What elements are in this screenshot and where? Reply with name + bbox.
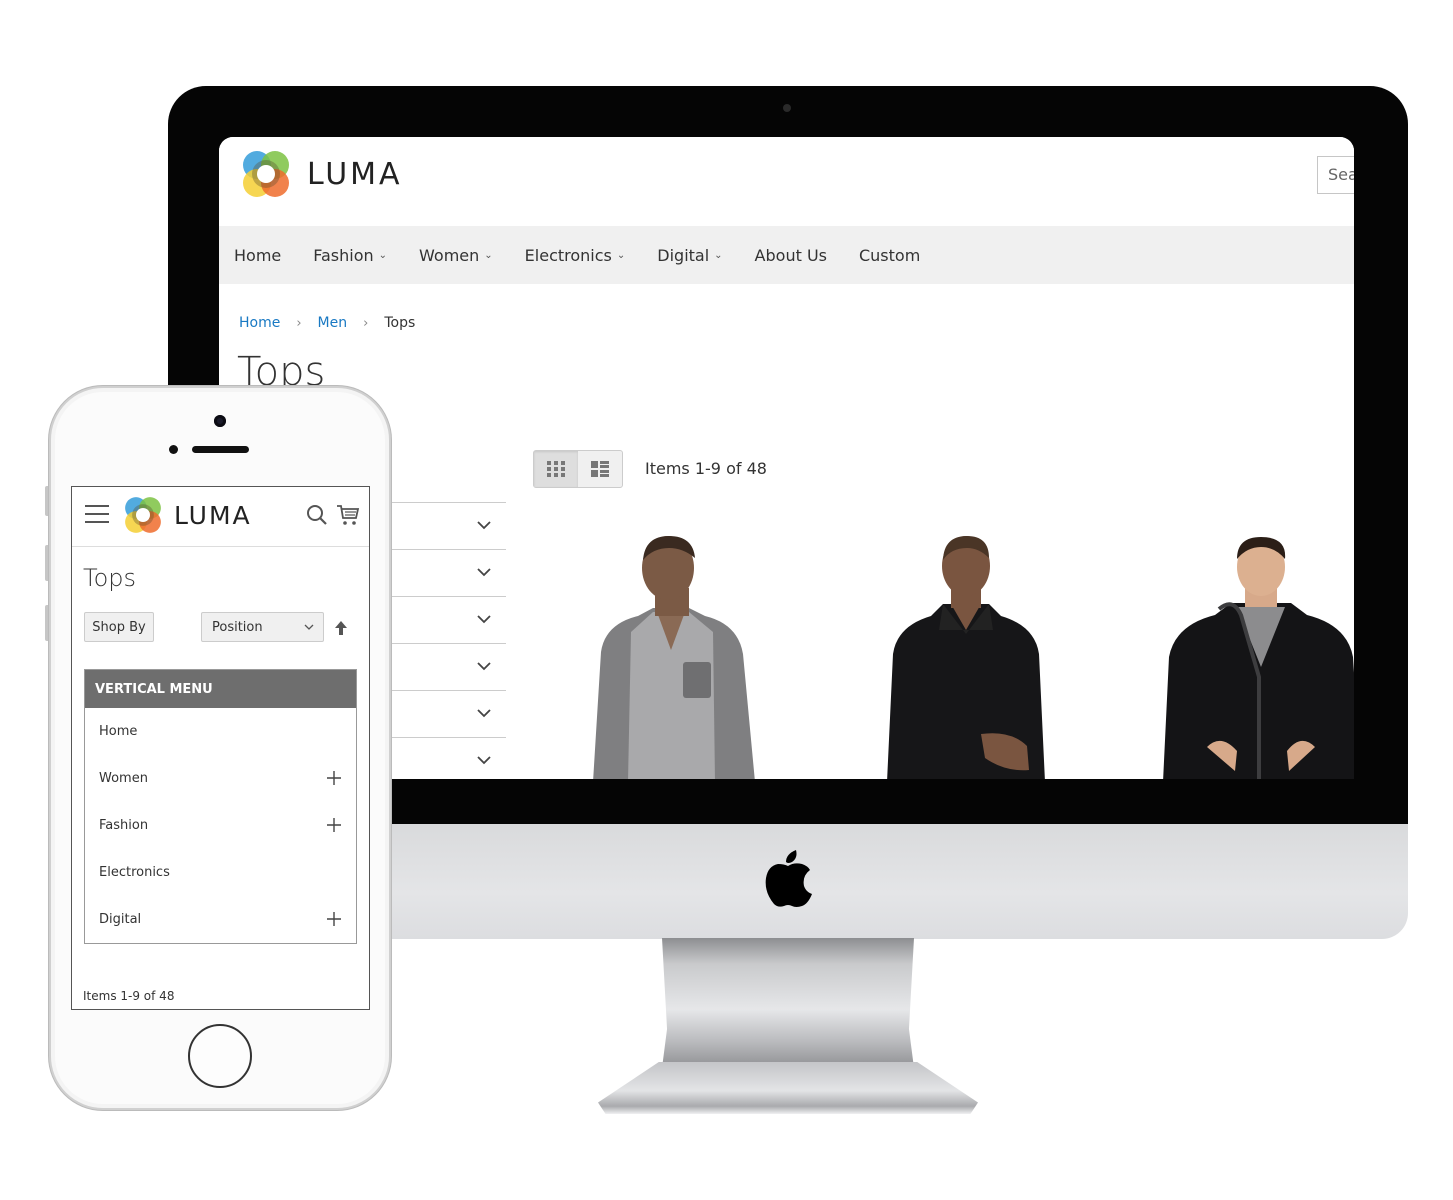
mobile-screen: LUMA Tops Shop By Position VERTICAL MENU…	[71, 486, 370, 1010]
vertical-menu-title: VERTICAL MENU	[85, 670, 356, 708]
imac-stand-neck	[662, 938, 914, 1068]
luma-logo-icon	[125, 497, 161, 533]
plus-icon[interactable]	[326, 817, 342, 833]
mobile-header: LUMA	[72, 487, 369, 547]
nav-label: Women	[419, 245, 480, 265]
shop-by-button[interactable]: Shop By	[84, 612, 154, 642]
items-count: Items 1-9 of 48	[645, 459, 767, 478]
grid-view-button[interactable]	[534, 451, 578, 487]
breadcrumb-separator-icon: ›	[363, 315, 369, 331]
nav-label: Home	[234, 245, 282, 265]
chevron-down-icon	[477, 756, 491, 765]
menu-item-label: Digital	[99, 912, 142, 927]
nav-label: Fashion	[313, 245, 374, 265]
sort-direction-arrow-icon[interactable]	[334, 620, 348, 636]
filter-option[interactable]	[379, 502, 506, 549]
nav-item-custom[interactable]: Custom	[859, 246, 920, 265]
site-header: LUMA Sea	[219, 137, 1354, 226]
grid-icon	[547, 461, 565, 477]
brand-name: LUMA	[307, 156, 403, 192]
menu-item-label: Fashion	[99, 818, 149, 833]
plus-icon[interactable]	[326, 911, 342, 927]
vertical-menu-item-fashion[interactable]: Fashion	[85, 802, 356, 849]
phone-home-button[interactable]	[188, 1024, 252, 1088]
imac-stand-foot	[598, 1062, 978, 1114]
nav-label: Digital	[657, 245, 710, 265]
filter-option[interactable]	[379, 737, 506, 779]
filter-option[interactable]	[379, 690, 506, 737]
nav-item-women[interactable]: Women ⌄	[419, 246, 493, 265]
chevron-down-icon: ⌄	[616, 249, 626, 261]
nav-label: Custom	[858, 245, 921, 265]
breadcrumb: Home › Men › Tops	[239, 315, 415, 331]
vertical-menu-item-electronics[interactable]: Electronics	[85, 849, 356, 896]
mobile-logo[interactable]: LUMA	[122, 494, 252, 536]
nav-item-about-us[interactable]: About Us	[755, 246, 827, 265]
page-title: Tops	[83, 564, 137, 592]
chevron-down-icon: ⌄	[714, 249, 723, 261]
nav-item-fashion[interactable]: Fashion ⌄	[313, 246, 387, 265]
product-image[interactable]	[881, 534, 1051, 779]
filter-option[interactable]	[379, 596, 506, 643]
plus-icon[interactable]	[326, 770, 342, 786]
vertical-menu-item-women[interactable]: Women	[85, 755, 356, 802]
sort-selected-value: Position	[212, 619, 263, 635]
sort-select[interactable]: Position	[201, 612, 324, 642]
product-image[interactable]	[583, 532, 758, 779]
breadcrumb-home[interactable]: Home	[239, 315, 280, 331]
nav-item-home[interactable]: Home	[234, 246, 281, 265]
site-logo[interactable]: LUMA	[239, 147, 403, 201]
main-navigation: Home Fashion ⌄ Women ⌄ Electronics ⌄ Digita…	[219, 226, 1354, 284]
phone-sensor	[169, 445, 178, 454]
hamburger-menu-icon[interactable]	[85, 505, 109, 525]
nav-label: About Us	[754, 245, 827, 265]
chevron-down-icon	[477, 662, 491, 671]
nav-label: Electronics	[524, 245, 612, 265]
cart-icon[interactable]	[336, 503, 360, 527]
list-view-button[interactable]	[578, 451, 622, 487]
menu-item-label: Electronics	[99, 865, 170, 880]
phone-speaker	[192, 446, 249, 453]
phone-camera	[214, 415, 226, 427]
vertical-menu-item-home[interactable]: Home	[85, 708, 356, 755]
menu-item-label: Women	[99, 771, 148, 786]
chevron-down-icon: ⌄	[378, 249, 388, 261]
breadcrumb-current: Tops	[384, 315, 416, 331]
chevron-down-icon: ⌄	[484, 249, 493, 261]
nav-item-digital[interactable]: Digital ⌄	[657, 246, 722, 265]
nav-item-electronics[interactable]: Electronics ⌄	[525, 246, 626, 265]
list-icon	[591, 461, 609, 477]
product-image[interactable]	[1159, 537, 1354, 779]
chevron-down-icon	[477, 521, 491, 530]
product-grid	[559, 520, 1354, 779]
apple-logo-icon	[765, 850, 812, 907]
search-input[interactable]: Sea	[1317, 156, 1354, 194]
breadcrumb-separator-icon: ›	[296, 315, 302, 331]
filter-option[interactable]	[379, 549, 506, 596]
view-mode-switcher	[533, 450, 623, 488]
filter-option[interactable]	[379, 643, 506, 690]
chevron-down-icon	[477, 568, 491, 577]
vertical-menu: VERTICAL MENU Home Women Fashion Electro…	[84, 669, 357, 944]
search-icon[interactable]	[306, 504, 328, 526]
luma-logo-icon	[243, 151, 289, 197]
chevron-down-icon	[304, 624, 314, 630]
items-count: Items 1-9 of 48	[83, 989, 175, 1003]
breadcrumb-men[interactable]: Men	[318, 315, 348, 331]
filter-list	[379, 502, 506, 779]
chevron-down-icon	[477, 615, 491, 624]
imac-camera	[783, 104, 791, 112]
vertical-menu-item-digital[interactable]: Digital	[85, 896, 356, 943]
menu-item-label: Home	[99, 724, 138, 739]
brand-name: LUMA	[174, 500, 252, 530]
chevron-down-icon	[477, 709, 491, 718]
